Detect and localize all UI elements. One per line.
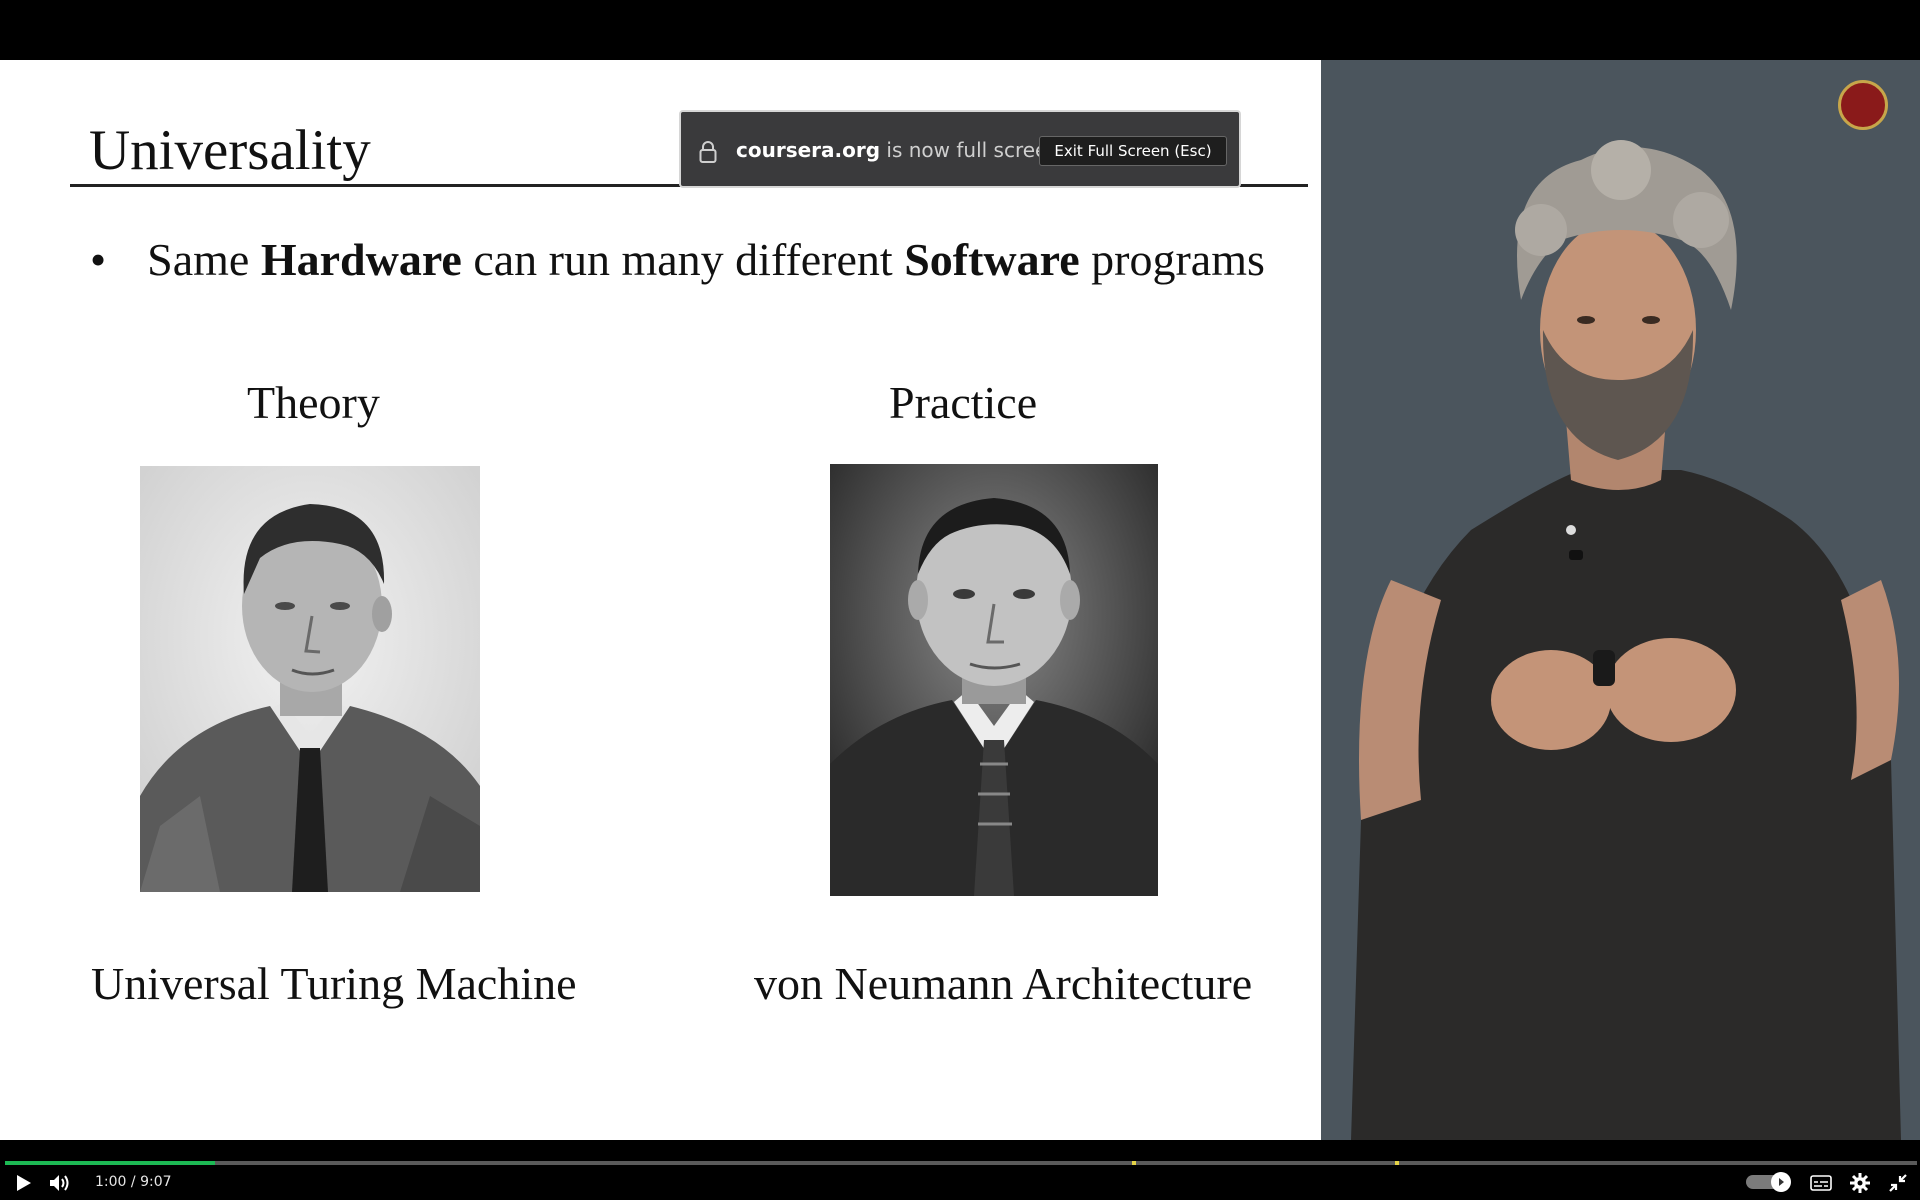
slide-title: Universality: [89, 119, 371, 182]
speed-toggle-knob[interactable]: [1771, 1172, 1791, 1192]
fullscreen-message-text: is now full screen: [886, 138, 1061, 162]
chapter-marker: [1132, 1161, 1136, 1165]
bullet-marker: •: [90, 234, 107, 285]
play-icon[interactable]: [16, 1174, 32, 1196]
caption-practice: von Neumann Architecture: [754, 958, 1253, 1009]
captions-icon[interactable]: [1810, 1175, 1832, 1195]
current-time: 1:00: [95, 1174, 127, 1190]
column-heading-theory: Theory: [247, 377, 380, 428]
caption-theory: Universal Turing Machine: [91, 958, 577, 1009]
chapter-marker: [1395, 1161, 1399, 1165]
portrait-turing: [140, 466, 480, 892]
presenter-figure: [1351, 140, 1901, 1140]
fullscreen-notice: coursera.org is now full screen Exit Ful…: [679, 110, 1241, 188]
portrait-von-neumann: [830, 464, 1158, 896]
video-player: Universality • Same Hardware can run man…: [0, 0, 1920, 1200]
fullscreen-domain: coursera.org: [736, 138, 881, 162]
bullet-keyword-hardware: Hardware: [260, 234, 462, 285]
volume-icon[interactable]: [49, 1174, 71, 1196]
exit-fullscreen-button[interactable]: Exit Full Screen (Esc): [1039, 136, 1227, 166]
settings-icon[interactable]: [1850, 1173, 1870, 1197]
video-frame[interactable]: Universality • Same Hardware can run man…: [0, 60, 1920, 1140]
presenter-video: [1321, 60, 1920, 1140]
bullet-keyword-software: Software: [904, 234, 1080, 285]
lecture-slide: Universality • Same Hardware can run man…: [0, 60, 1321, 1140]
time-separator: /: [126, 1174, 141, 1190]
fullscreen-message: coursera.org is now full screen: [736, 138, 1060, 162]
lock-icon: [699, 140, 717, 168]
progress-fill: [5, 1161, 216, 1165]
slide-bullet: • Same Hardware can run many different S…: [90, 233, 1265, 286]
duration: 9:07: [140, 1174, 172, 1190]
bullet-text-1: Same: [147, 234, 261, 285]
column-heading-practice: Practice: [889, 377, 1038, 428]
bullet-text-3: programs: [1079, 234, 1265, 285]
time-display: 1:00 / 9:07: [95, 1174, 172, 1190]
exit-fullscreen-icon[interactable]: [1888, 1173, 1908, 1197]
player-controls: 1:00 / 9:07: [0, 1140, 1920, 1200]
bullet-text-2: can run many different: [461, 234, 905, 285]
progress-bar[interactable]: [5, 1161, 1917, 1165]
